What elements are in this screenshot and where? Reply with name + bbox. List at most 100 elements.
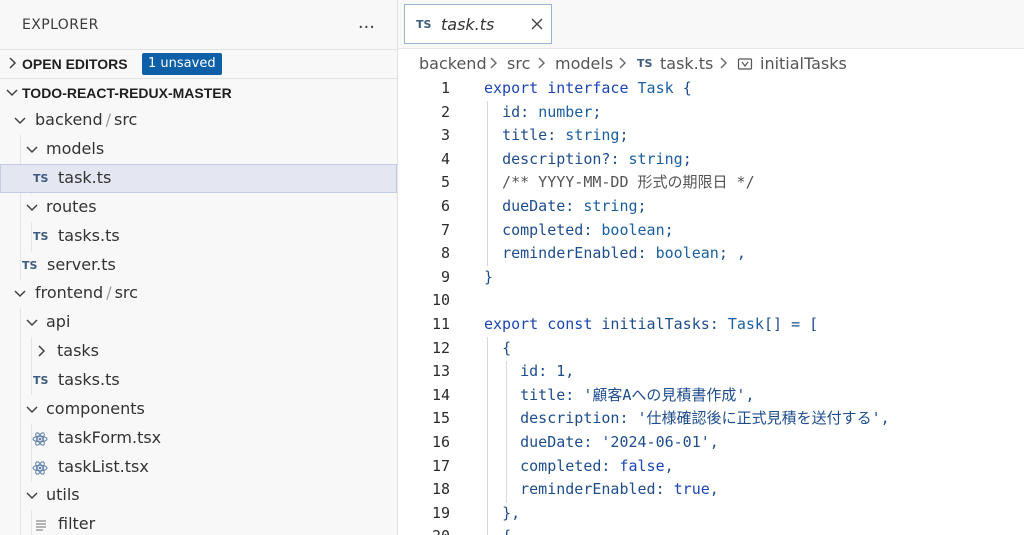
folder-name: src <box>114 283 138 302</box>
breadcrumb-item[interactable]: task.ts <box>660 54 713 73</box>
line-number: 1 <box>440 79 450 97</box>
breadcrumb-item[interactable]: models <box>555 54 613 73</box>
explorer-header: EXPLORER ... <box>0 0 397 50</box>
tree-file-api-tasks-ts[interactable]: TS tasks.ts <box>0 366 397 395</box>
chevron-down-icon <box>26 204 38 212</box>
line-number: 12 <box>431 338 450 357</box>
explorer-sidebar: EXPLORER ... OPEN EDITORS 1 unsaved TODO… <box>0 0 398 535</box>
chevron-down-icon <box>26 319 38 327</box>
tree-file-tasklist-tsx[interactable]: taskList.tsx <box>0 453 397 482</box>
code-line[interactable]: /** YYYY-MM-DD 形式の期限日 */ <box>484 171 755 195</box>
editor-tab-bar: TS task.ts <box>398 0 1024 49</box>
close-icon[interactable] <box>529 16 545 32</box>
code-line[interactable]: completed: boolean; <box>484 219 674 243</box>
variable-icon <box>737 58 753 70</box>
file-name: taskList.tsx <box>58 457 149 476</box>
tree-file-taskform-tsx[interactable]: taskForm.tsx <box>0 424 397 453</box>
typescript-file-icon: TS <box>33 172 49 185</box>
tree-file-server-ts[interactable]: TS server.ts <box>0 251 397 280</box>
chevron-right-icon <box>9 57 17 69</box>
line-number: 2 <box>440 102 450 121</box>
file-name: task.ts <box>58 168 112 187</box>
chevron-right-icon <box>38 345 46 357</box>
typescript-file-icon: TS <box>22 259 38 272</box>
line-number: 14 <box>431 385 450 404</box>
tree-folder-routes[interactable]: routes <box>0 193 397 222</box>
code-line[interactable]: export interface Task { <box>484 77 692 101</box>
code-line[interactable]: completed: false, <box>484 455 674 479</box>
file-name: server.ts <box>47 255 116 274</box>
chevron-down-icon <box>14 117 26 125</box>
tree-folder-utils[interactable]: utils <box>0 481 397 510</box>
tree-file-filter[interactable]: filter <box>0 510 397 535</box>
code-line[interactable]: description?: string; <box>484 148 692 172</box>
folder-name: src <box>113 110 138 129</box>
line-number: 10 <box>431 291 450 310</box>
line-number: 13 <box>431 362 450 381</box>
line-number: 7 <box>440 220 450 239</box>
path-separator: / <box>105 110 111 129</box>
folder-name: routes <box>46 197 97 216</box>
code-line[interactable]: id: 1, <box>484 360 574 384</box>
project-section[interactable]: TODO-REACT-REDUX-MASTER <box>0 78 397 107</box>
tab-task-ts[interactable]: TS task.ts <box>404 4 552 44</box>
code-line[interactable]: export const initialTasks: Task[] = [ <box>484 313 818 337</box>
breadcrumb-item[interactable]: src <box>507 54 530 73</box>
code-line[interactable]: { <box>484 337 511 361</box>
folder-name: components <box>46 399 145 418</box>
project-label: TODO-REACT-REDUX-MASTER <box>22 85 232 101</box>
folder-name: frontend <box>35 283 104 302</box>
breadcrumb-item[interactable]: backend <box>419 54 487 73</box>
code-line[interactable]: reminderEnabled: true, <box>484 478 719 502</box>
line-number: 11 <box>431 315 450 333</box>
react-icon <box>32 461 48 475</box>
breadcrumb-item[interactable]: initialTasks <box>760 54 847 73</box>
tab-label: task.ts <box>441 15 495 34</box>
tree-folder-backend-src[interactable]: backend / src <box>0 106 397 135</box>
code-line[interactable]: description: '仕様確認後に正式見積を送付する', <box>484 407 890 431</box>
line-number: 8 <box>440 244 450 263</box>
line-number: 4 <box>440 149 450 168</box>
code-editor[interactable]: 1 export interface Task { 2 id: number; 3 t… <box>398 77 1024 535</box>
code-line[interactable]: reminderEnabled: boolean; , <box>484 242 746 266</box>
tree-folder-components[interactable]: components <box>0 395 397 424</box>
tree-file-tasks-ts[interactable]: TS tasks.ts <box>0 222 397 251</box>
typescript-file-icon: TS <box>416 18 432 31</box>
chevron-right-icon <box>538 57 545 69</box>
open-editors-label: OPEN EDITORS <box>22 56 128 72</box>
more-actions-icon[interactable]: ... <box>358 12 375 33</box>
code-line[interactable]: dueDate: string; <box>484 195 647 219</box>
chevron-down-icon <box>6 89 18 97</box>
code-line[interactable]: title: string; <box>484 124 628 148</box>
code-line[interactable]: dueDate: '2024-06-01', <box>484 431 719 455</box>
tree-folder-api[interactable]: api <box>0 308 397 337</box>
chevron-down-icon <box>26 492 38 500</box>
file-name: tasks.ts <box>58 370 120 389</box>
folder-name: tasks <box>57 341 100 360</box>
line-number: 17 <box>431 456 450 475</box>
chevron-down-icon <box>26 406 38 414</box>
chevron-right-icon <box>619 57 626 69</box>
code-line[interactable]: id: number; <box>484 101 601 125</box>
tree-folder-tasks[interactable]: tasks <box>0 337 397 366</box>
code-line[interactable]: } <box>484 266 493 290</box>
chevron-down-icon <box>26 146 38 154</box>
typescript-file-icon: TS <box>33 374 49 387</box>
line-number: 9 <box>440 267 450 286</box>
folder-name: backend <box>35 110 103 129</box>
tree-folder-models[interactable]: models <box>0 135 397 164</box>
open-editors-section[interactable]: OPEN EDITORS 1 unsaved <box>0 49 397 78</box>
code-line[interactable]: title: '顧客Aへの見積書作成', <box>484 384 754 408</box>
file-name: filter <box>58 514 96 533</box>
tree-file-task-ts[interactable]: TS task.ts <box>0 164 397 193</box>
line-number: 6 <box>440 197 450 215</box>
path-separator: / <box>106 283 112 302</box>
typescript-file-icon: TS <box>637 57 653 70</box>
breadcrumb: backend src models TS task.ts initialTas… <box>398 50 1024 76</box>
line-number: 18 <box>431 480 450 499</box>
code-line[interactable]: { <box>484 525 511 535</box>
explorer-title: EXPLORER <box>22 17 99 33</box>
tree-folder-frontend-src[interactable]: frontend / src <box>0 279 397 308</box>
code-line[interactable]: }, <box>484 502 520 526</box>
line-number: 3 <box>440 126 450 145</box>
